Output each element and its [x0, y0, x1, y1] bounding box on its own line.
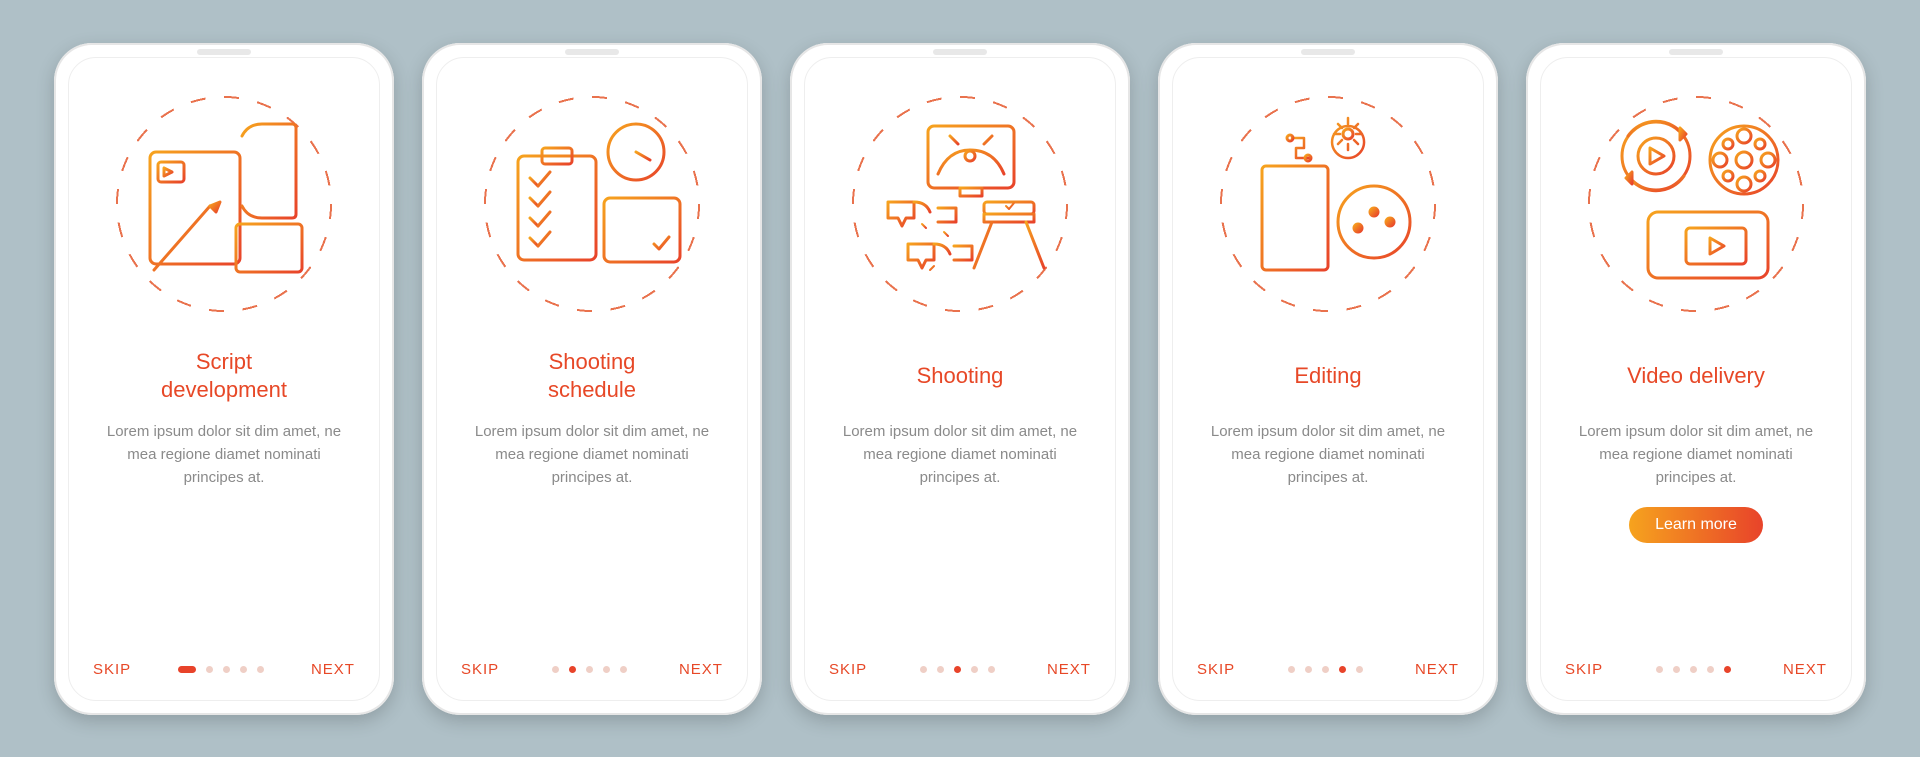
- onboarding-footer: SKIP NEXT: [829, 661, 1091, 678]
- skip-button[interactable]: SKIP: [829, 661, 867, 678]
- page-dot[interactable]: [620, 666, 627, 673]
- onboarding-title: Scriptdevelopment: [161, 348, 287, 404]
- next-button[interactable]: NEXT: [1047, 661, 1091, 678]
- phone-frame: Editing Lorem ipsum dolor sit dim amet, …: [1158, 43, 1498, 715]
- onboarding-title: Editing: [1294, 348, 1361, 404]
- page-dot[interactable]: [1673, 666, 1680, 673]
- page-dot[interactable]: [223, 666, 230, 673]
- onboarding-footer: SKIP NEXT: [93, 661, 355, 678]
- onboarding-footer: SKIP NEXT: [461, 661, 723, 678]
- skip-button[interactable]: SKIP: [1565, 661, 1603, 678]
- onboarding-description: Lorem ipsum dolor sit dim amet, ne mea r…: [467, 420, 717, 490]
- next-button[interactable]: NEXT: [1783, 661, 1827, 678]
- page-dot[interactable]: [1656, 666, 1663, 673]
- skip-button[interactable]: SKIP: [93, 661, 131, 678]
- skip-button[interactable]: SKIP: [1197, 661, 1235, 678]
- phone-speaker: [1301, 49, 1355, 55]
- phone-frame: Shootingschedule Lorem ipsum dolor sit d…: [422, 43, 762, 715]
- page-dot[interactable]: [971, 666, 978, 673]
- page-dot[interactable]: [1356, 666, 1363, 673]
- onboarding-footer: SKIP NEXT: [1197, 661, 1459, 678]
- page-dot[interactable]: [1288, 666, 1295, 673]
- page-dot[interactable]: [1690, 666, 1697, 673]
- onboarding-title: Shooting: [917, 348, 1004, 404]
- phone-frame: Shooting Lorem ipsum dolor sit dim amet,…: [790, 43, 1130, 715]
- skip-button[interactable]: SKIP: [461, 661, 499, 678]
- next-button[interactable]: NEXT: [311, 661, 355, 678]
- onboarding-screen: Shooting Lorem ipsum dolor sit dim amet,…: [804, 57, 1116, 701]
- page-dot[interactable]: [954, 666, 961, 673]
- page-dot[interactable]: [1724, 666, 1731, 673]
- page-indicator: [178, 666, 264, 673]
- phone-speaker: [565, 49, 619, 55]
- onboarding-title: Video delivery: [1627, 348, 1765, 404]
- page-dot[interactable]: [1707, 666, 1714, 673]
- page-dot[interactable]: [1322, 666, 1329, 673]
- next-button[interactable]: NEXT: [679, 661, 723, 678]
- page-dot[interactable]: [206, 666, 213, 673]
- page-dot[interactable]: [988, 666, 995, 673]
- onboarding-screen: Video delivery Lorem ipsum dolor sit dim…: [1540, 57, 1852, 701]
- onboarding-description: Lorem ipsum dolor sit dim amet, ne mea r…: [1203, 420, 1453, 490]
- page-dot[interactable]: [178, 666, 196, 673]
- page-dot[interactable]: [1305, 666, 1312, 673]
- phone-frame: Scriptdevelopment Lorem ipsum dolor sit …: [54, 43, 394, 715]
- onboarding-screen: Shootingschedule Lorem ipsum dolor sit d…: [436, 57, 748, 701]
- onboarding-description: Lorem ipsum dolor sit dim amet, ne mea r…: [835, 420, 1085, 490]
- onboarding-description: Lorem ipsum dolor sit dim amet, ne mea r…: [1571, 420, 1821, 490]
- page-dot[interactable]: [586, 666, 593, 673]
- onboarding-title: Shootingschedule: [548, 348, 636, 404]
- shooting-icon: [850, 94, 1070, 314]
- onboarding-screen: Scriptdevelopment Lorem ipsum dolor sit …: [68, 57, 380, 701]
- phone-speaker: [933, 49, 987, 55]
- phone-speaker: [197, 49, 251, 55]
- learn-more-button[interactable]: Learn more: [1629, 507, 1763, 543]
- script-development-icon: [114, 94, 334, 314]
- onboarding-description: Lorem ipsum dolor sit dim amet, ne mea r…: [99, 420, 349, 490]
- page-dot[interactable]: [569, 666, 576, 673]
- phone-speaker: [1669, 49, 1723, 55]
- page-indicator: [920, 666, 995, 673]
- page-indicator: [552, 666, 627, 673]
- page-indicator: [1288, 666, 1363, 673]
- page-dot[interactable]: [552, 666, 559, 673]
- page-dot[interactable]: [1339, 666, 1346, 673]
- page-dot[interactable]: [240, 666, 247, 673]
- page-dot[interactable]: [920, 666, 927, 673]
- page-indicator: [1656, 666, 1731, 673]
- page-dot[interactable]: [603, 666, 610, 673]
- page-dot[interactable]: [937, 666, 944, 673]
- shooting-schedule-icon: [482, 94, 702, 314]
- phone-frame: Video delivery Lorem ipsum dolor sit dim…: [1526, 43, 1866, 715]
- next-button[interactable]: NEXT: [1415, 661, 1459, 678]
- video-delivery-icon: [1586, 94, 1806, 314]
- editing-icon: [1218, 94, 1438, 314]
- onboarding-screen: Editing Lorem ipsum dolor sit dim amet, …: [1172, 57, 1484, 701]
- page-dot[interactable]: [257, 666, 264, 673]
- onboarding-footer: SKIP NEXT: [1565, 661, 1827, 678]
